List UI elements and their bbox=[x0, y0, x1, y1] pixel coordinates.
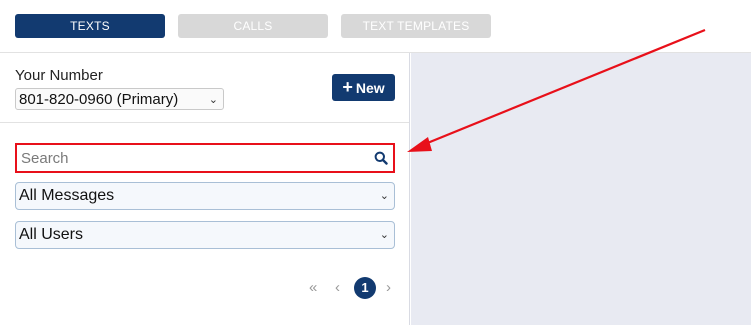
tab-text-templates[interactable]: TEXT TEMPLATES bbox=[341, 14, 491, 38]
conversation-sidebar: Your Number 801-820-0960 (Primary) ⌄ + Ne… bbox=[0, 53, 410, 325]
chevron-right-icon[interactable]: › bbox=[386, 279, 391, 296]
tab-calls[interactable]: CALLS bbox=[178, 14, 328, 38]
pagination-current-page[interactable]: 1 bbox=[354, 277, 376, 299]
message-filter-select[interactable]: All Messages ⌄ bbox=[15, 182, 395, 210]
top-tab-bar: TEXTS CALLS TEXT TEMPLATES bbox=[0, 0, 751, 53]
your-number-label: Your Number bbox=[15, 67, 103, 84]
double-chevron-left-icon[interactable]: « bbox=[309, 279, 317, 296]
phone-number-value: 801-820-0960 (Primary) bbox=[19, 91, 179, 108]
user-filter-select[interactable]: All Users ⌄ bbox=[15, 221, 395, 249]
chevron-down-icon: ⌄ bbox=[379, 229, 389, 241]
search-field[interactable] bbox=[15, 143, 395, 173]
search-input[interactable] bbox=[21, 148, 361, 168]
conversation-content-pane bbox=[411, 53, 751, 325]
chevron-left-icon[interactable]: ‹ bbox=[335, 279, 340, 296]
new-button-label: New bbox=[355, 80, 385, 96]
chevron-down-icon: ⌄ bbox=[379, 190, 389, 202]
search-icon[interactable] bbox=[374, 151, 388, 165]
divider bbox=[0, 122, 409, 123]
phone-number-select[interactable]: 801-820-0960 (Primary) ⌄ bbox=[15, 88, 224, 110]
chevron-down-icon: ⌄ bbox=[208, 94, 218, 106]
message-filter-value: All Messages bbox=[19, 187, 115, 204]
plus-icon: + bbox=[342, 77, 353, 97]
new-message-button[interactable]: + New bbox=[332, 74, 395, 101]
user-filter-value: All Users bbox=[19, 226, 84, 243]
tab-texts[interactable]: TEXTS bbox=[15, 14, 165, 38]
